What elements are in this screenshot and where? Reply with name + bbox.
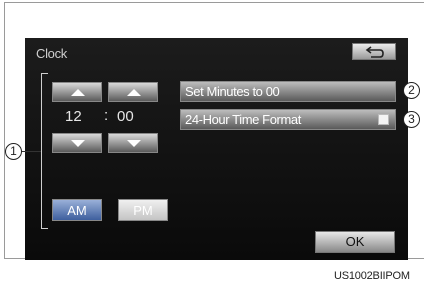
figure-caption: US1002BIIPOM	[334, 270, 410, 282]
24-hour-format-button[interactable]: 24-Hour Time Format	[180, 109, 396, 130]
set-minutes-button[interactable]: Set Minutes to 00	[180, 81, 396, 102]
format-indicator	[378, 114, 389, 125]
24-hour-format-label: 24-Hour Time Format	[185, 112, 301, 127]
callout-2: 2	[403, 82, 420, 99]
callout-3: 3	[403, 111, 420, 128]
ok-button[interactable]: OK	[315, 231, 395, 253]
hour-down-button[interactable]	[52, 133, 102, 153]
hour-up-button[interactable]	[52, 82, 102, 102]
time-separator: :	[104, 107, 109, 124]
screen-title: Clock	[36, 46, 68, 61]
minute-down-button[interactable]	[108, 133, 158, 153]
triangle-down-icon	[127, 140, 141, 147]
minute-value: 00	[117, 108, 134, 125]
hour-value: 12	[65, 108, 82, 125]
clock-controls-bracket	[41, 73, 48, 229]
return-arrow-icon	[365, 46, 384, 58]
pm-button[interactable]: PM	[118, 199, 168, 221]
triangle-up-icon	[71, 89, 85, 96]
triangle-up-icon	[127, 89, 141, 96]
back-button[interactable]	[352, 43, 396, 60]
callout-1: 1	[5, 143, 22, 160]
triangle-down-icon	[71, 140, 85, 147]
am-button[interactable]: AM	[52, 199, 102, 221]
callout-1-leader	[21, 151, 41, 152]
set-minutes-label: Set Minutes to 00	[185, 84, 280, 99]
minute-up-button[interactable]	[108, 82, 158, 102]
